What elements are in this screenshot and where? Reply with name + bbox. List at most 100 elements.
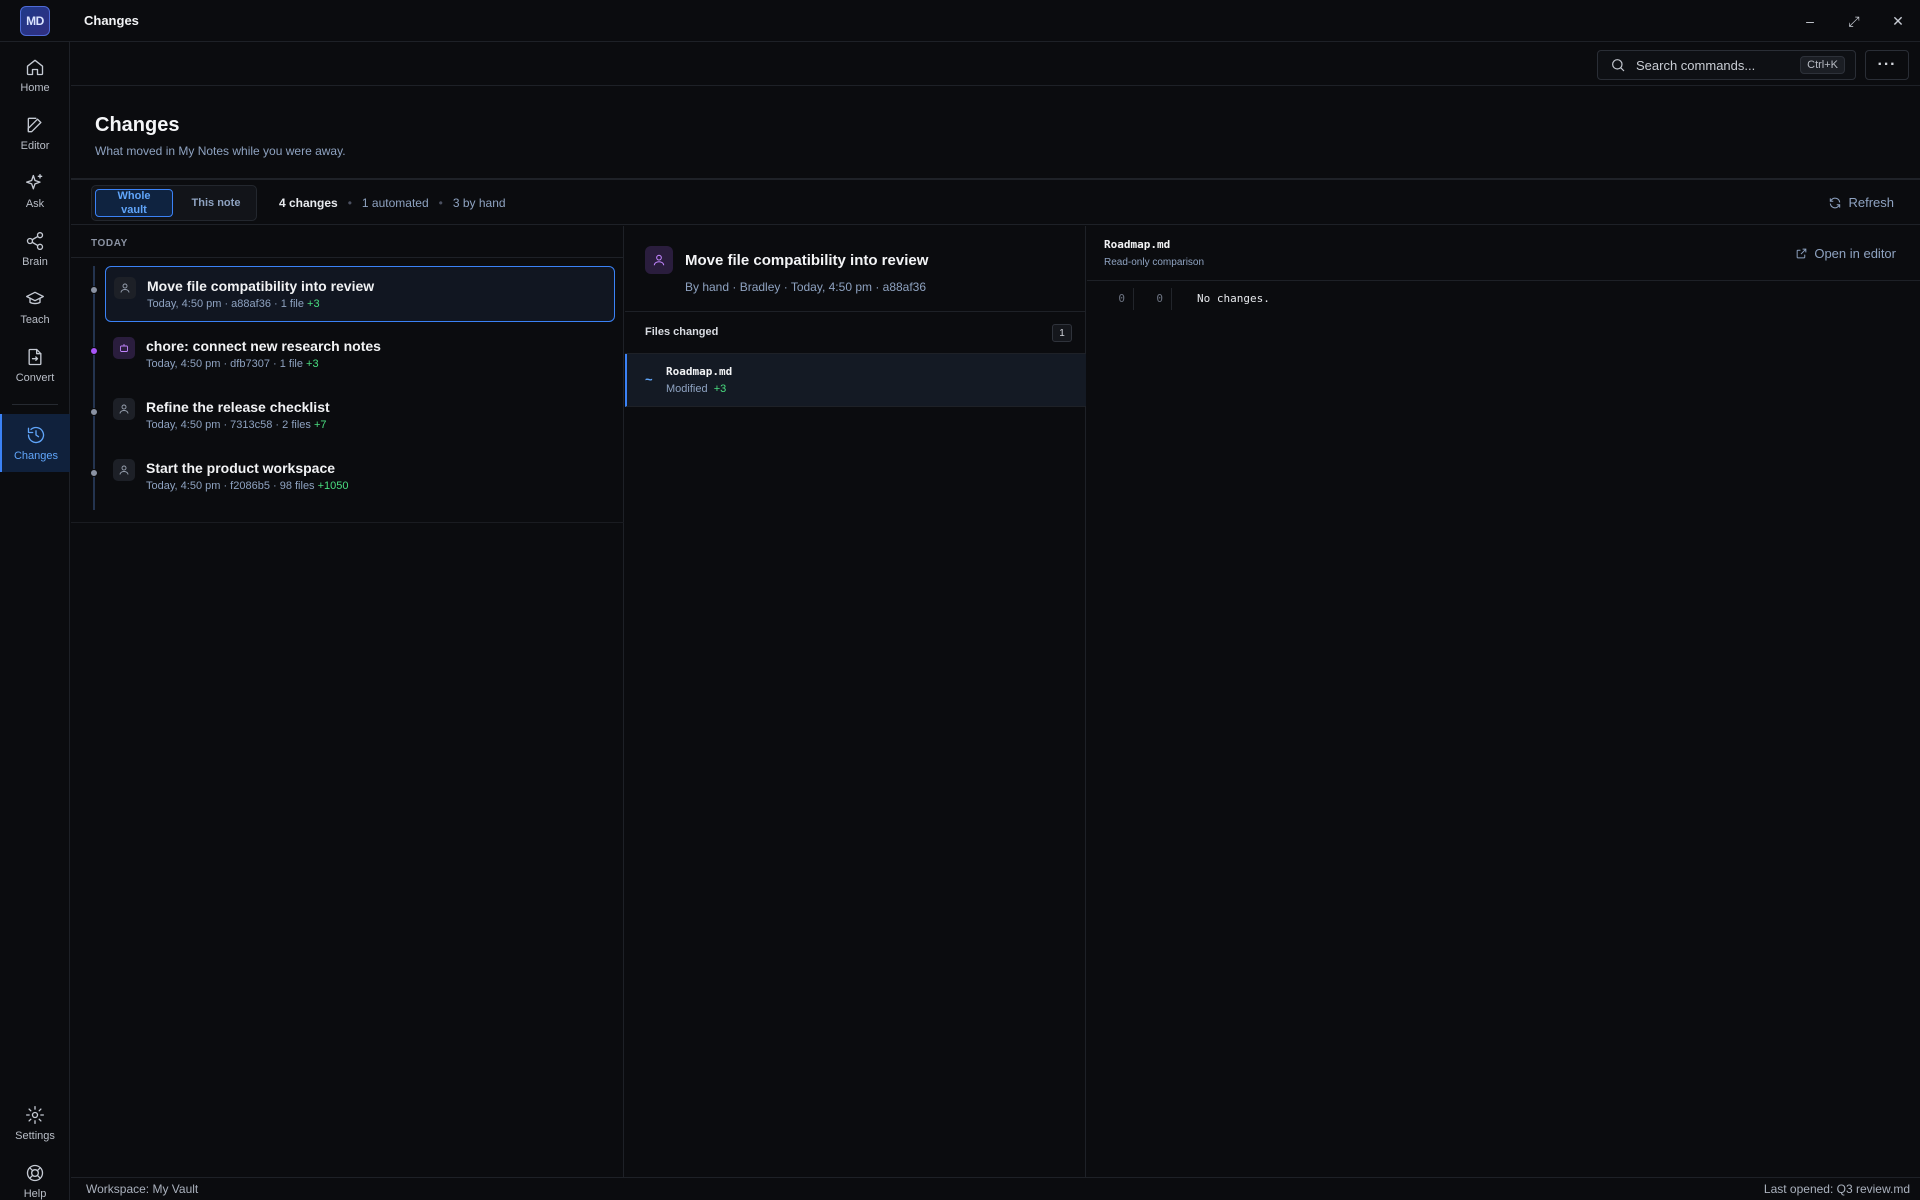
gutter-divider	[1133, 288, 1134, 310]
edit-icon	[27, 117, 42, 132]
refresh-label: Refresh	[1848, 195, 1894, 210]
refresh-icon	[1830, 197, 1841, 208]
refresh-button[interactable]: Refresh	[1828, 195, 1894, 210]
divider	[71, 257, 624, 258]
sidebar-item-label: Changes	[13, 449, 59, 462]
commit-detail-meta: By hand · Bradley · Today, 4:50 pm · a88…	[685, 280, 927, 294]
divider	[71, 522, 624, 523]
sidebar-item-label: Convert	[15, 371, 55, 384]
sidebar-item-home[interactable]: Home	[0, 46, 70, 104]
automated-count: 1 automated	[361, 196, 429, 210]
lifebuoy-icon	[26, 1164, 44, 1181]
change-stats: 4 changes • 1 automated • 3 by hand	[279, 196, 506, 210]
gutter-divider	[1171, 288, 1172, 310]
changed-file-item[interactable]: ~ Roadmap.md Modified +3	[625, 354, 1086, 407]
page-header: Changes What moved in My Notes while you…	[71, 86, 1920, 180]
commit-meta: Today, 4:50 pm · a88af36 · 1 file +3	[147, 298, 320, 310]
sidebar-item-brain[interactable]: Brain	[0, 220, 70, 278]
commit-detail: Move file compatibility into review By h…	[625, 226, 1086, 1177]
sidebar-item-settings[interactable]: Settings	[0, 1094, 70, 1152]
filter-bar: Whole vault This note 4 changes • 1 auto…	[71, 182, 1920, 225]
commit-meta: Today, 4:50 pm · dfb7307 · 1 file +3	[146, 358, 319, 370]
sidebar-item-convert[interactable]: Convert	[0, 336, 70, 394]
status-bar: Workspace: My Vault Last opened: Q3 revi…	[71, 1177, 1920, 1200]
commit-item[interactable]: Move file compatibility into review Toda…	[105, 266, 615, 322]
commit-timeline: TODAY Move file compatibility into revie…	[71, 226, 624, 1177]
changed-file-name: Roadmap.md	[666, 365, 733, 378]
robot-icon	[113, 337, 135, 359]
commit-title: Start the product workspace	[146, 460, 336, 476]
manual-count: 3 by hand	[452, 196, 506, 210]
changed-file-status: Modified +3	[666, 383, 727, 395]
person-icon	[113, 459, 135, 481]
sidebar-item-ask[interactable]: Ask	[0, 162, 70, 220]
external-link-icon	[1797, 248, 1807, 259]
sidebar-item-editor[interactable]: Editor	[0, 104, 70, 162]
separator-dot: •	[438, 196, 443, 210]
sidebar: Home Editor Ask Brain Teach Convert Chan…	[0, 42, 70, 1200]
open-in-editor-button[interactable]: Open in editor	[1795, 246, 1896, 261]
command-bar: Search commands... Ctrl+K ···	[71, 42, 1920, 86]
commit-detail-header: Move file compatibility into review By h…	[625, 226, 1086, 312]
graduation-cap-icon	[26, 291, 44, 304]
sidebar-item-label: Help	[23, 1187, 47, 1200]
page-subtitle: What moved in My Notes while you were aw…	[95, 144, 346, 158]
person-icon	[645, 246, 673, 274]
workspace-status: Workspace: My Vault	[86, 1182, 199, 1196]
page-title: Changes	[95, 114, 180, 136]
sparkle-icon	[26, 173, 43, 189]
commit-title: Move file compatibility into review	[147, 278, 375, 294]
commit-item[interactable]: chore: connect new research notes Today,…	[105, 327, 615, 383]
diff-line-text: No changes.	[1197, 292, 1270, 305]
more-options-button[interactable]: ···	[1865, 50, 1909, 80]
timeline-dot	[90, 408, 98, 416]
files-changed-label: Files changed	[645, 326, 719, 338]
sidebar-item-teach[interactable]: Teach	[0, 278, 70, 336]
commit-title: Refine the release checklist	[146, 399, 330, 415]
commit-meta: Today, 4:50 pm · f2086b5 · 98 files +105…	[146, 480, 349, 492]
sidebar-item-changes[interactable]: Changes	[0, 414, 70, 472]
sidebar-item-label: Ask	[25, 197, 45, 210]
sidebar-item-label: Editor	[20, 139, 50, 152]
sidebar-item-label: Settings	[15, 1129, 55, 1142]
minimize-icon[interactable]: –	[1788, 0, 1832, 42]
diff-viewer: Roadmap.md Read-only comparison Open in …	[1087, 226, 1920, 1177]
home-icon	[26, 59, 44, 75]
commit-detail-title: Move file compatibility into review	[685, 252, 929, 269]
window-controls: – ⤢ ✕	[1788, 0, 1920, 42]
day-heading: TODAY	[91, 238, 128, 249]
person-icon	[114, 277, 136, 299]
search-icon	[1612, 59, 1625, 72]
timeline-dot	[90, 286, 98, 294]
sidebar-item-help[interactable]: Help	[0, 1152, 70, 1200]
commit-title: chore: connect new research notes	[146, 338, 381, 354]
person-icon	[113, 398, 135, 420]
title-bar: MD Changes – ⤢ ✕	[0, 0, 1920, 42]
files-count-badge: 1	[1052, 324, 1072, 342]
window-title: Changes	[84, 13, 139, 28]
old-line-number: 0	[1118, 292, 1125, 305]
sidebar-item-label: Teach	[20, 313, 50, 326]
scope-this-note-button[interactable]: This note	[178, 189, 254, 217]
shortcut-badge: Ctrl+K	[1800, 56, 1845, 74]
sidebar-item-label: Brain	[22, 255, 48, 268]
app-window: MD Changes – ⤢ ✕ Home Editor Ask Brain T…	[0, 0, 1920, 1200]
commit-meta: Today, 4:50 pm · 7313c58 · 2 files +7	[146, 419, 327, 431]
total-changes: 4 changes	[279, 196, 338, 210]
app-logo: MD	[20, 6, 50, 36]
sidebar-divider	[12, 404, 58, 405]
diff-line: 0 0 No changes.	[1087, 288, 1920, 310]
files-changed-header: Files changed 1	[625, 312, 1086, 354]
modified-icon: ~	[645, 372, 653, 387]
maximize-icon[interactable]: ⤢	[1832, 0, 1876, 42]
commit-item[interactable]: Start the product workspace Today, 4:50 …	[105, 449, 615, 505]
diff-subtitle: Read-only comparison	[1104, 257, 1205, 268]
timeline-dot	[90, 469, 98, 477]
gear-icon	[26, 1105, 44, 1124]
diff-file-name: Roadmap.md	[1104, 238, 1171, 251]
search-input[interactable]: Search commands... Ctrl+K	[1597, 50, 1856, 80]
close-icon[interactable]: ✕	[1876, 0, 1920, 42]
history-icon	[27, 426, 45, 443]
scope-whole-vault-button[interactable]: Whole vault	[95, 189, 173, 217]
commit-item[interactable]: Refine the release checklist Today, 4:50…	[105, 388, 615, 444]
